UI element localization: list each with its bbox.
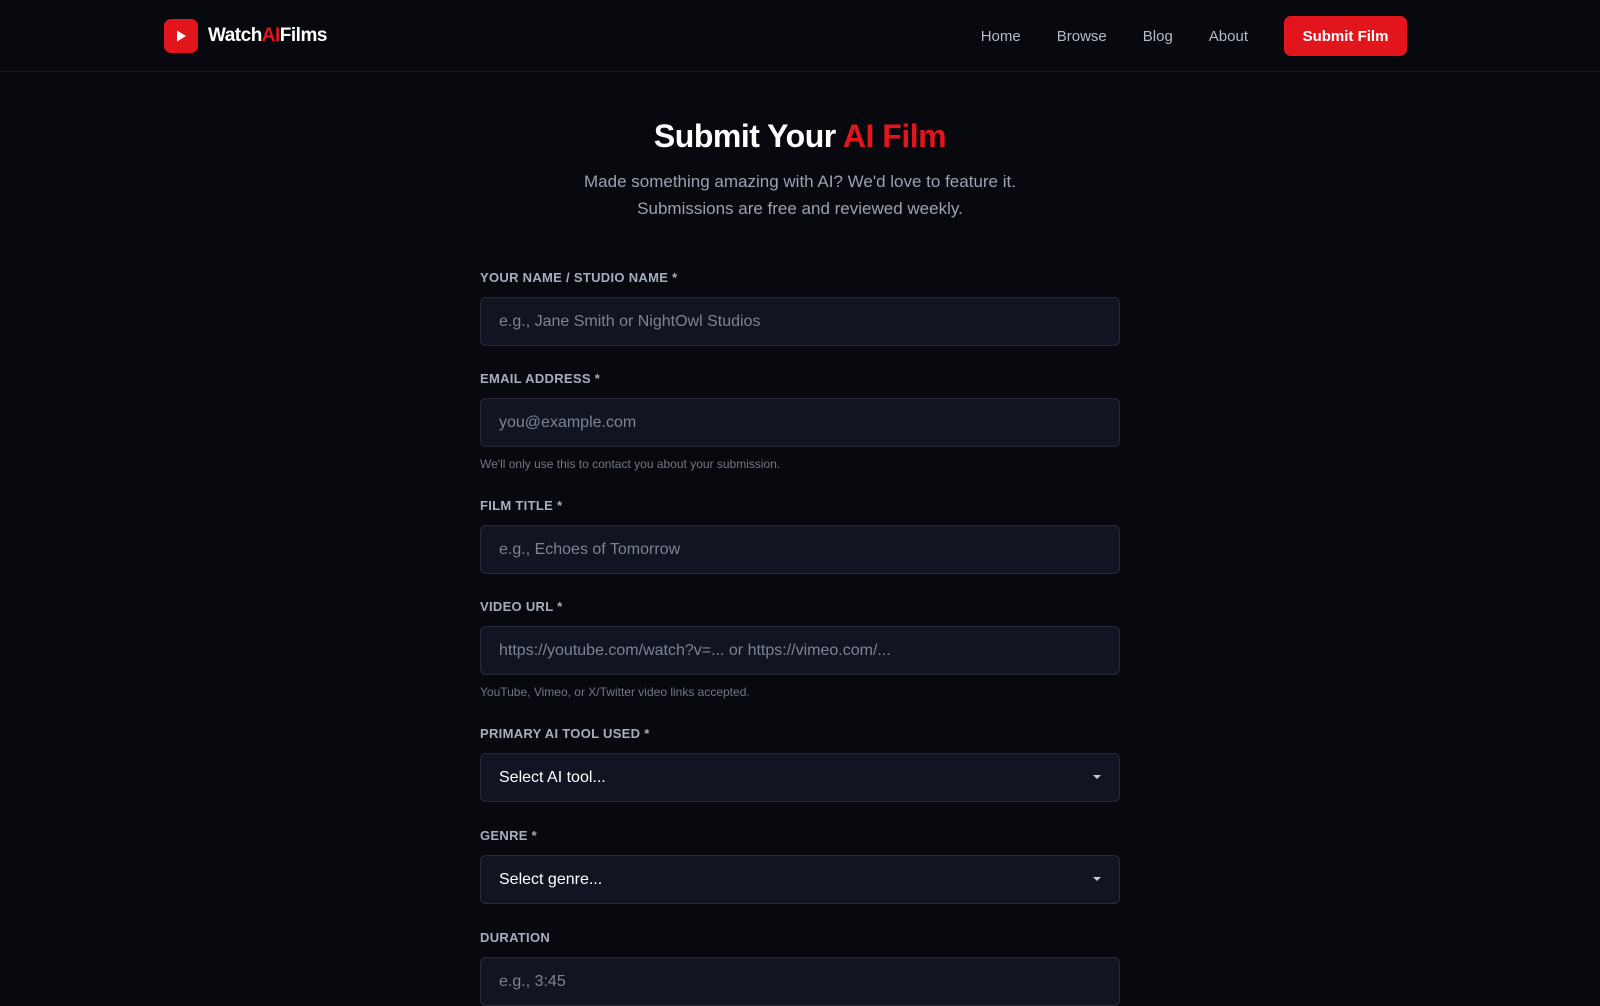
page-title: Submit Your AI Film bbox=[0, 114, 1600, 158]
name-group: YOUR NAME / STUDIO NAME * bbox=[480, 268, 1120, 346]
logo-suffix: Films bbox=[279, 25, 328, 46]
nav-link-home[interactable]: Home bbox=[981, 28, 1021, 45]
play-icon bbox=[164, 19, 198, 53]
page-title-main: Submit Your bbox=[653, 118, 843, 154]
site-logo[interactable]: WatchAIFilms bbox=[164, 19, 327, 53]
email-input[interactable] bbox=[480, 398, 1120, 447]
play-triangle bbox=[177, 30, 186, 42]
video-url-group: VIDEO URL * YouTube, Vimeo, or X/Twitter… bbox=[480, 597, 1120, 700]
video-url-label: VIDEO URL * bbox=[480, 599, 563, 614]
duration-label: DURATION bbox=[480, 930, 551, 945]
chevron-down-icon bbox=[1093, 877, 1101, 881]
logo-wordmark: WatchAIFilms bbox=[208, 25, 327, 47]
logo-accent: AI bbox=[261, 25, 281, 46]
email-help-text: We'll only use this to contact you about… bbox=[480, 457, 781, 471]
logo-prefix: Watch bbox=[208, 25, 262, 46]
ai-tool-group: PRIMARY AI TOOL USED * Select AI tool... bbox=[480, 724, 1120, 802]
ai-tool-label: PRIMARY AI TOOL USED * bbox=[480, 726, 650, 741]
nav-links: Home Browse Blog About Submit Film bbox=[981, 16, 1407, 56]
duration-input[interactable] bbox=[480, 957, 1120, 1006]
email-group: EMAIL ADDRESS * We'll only use this to c… bbox=[480, 369, 1120, 472]
top-nav: WatchAIFilms Home Browse Blog About Subm… bbox=[0, 0, 1600, 72]
name-input[interactable] bbox=[480, 297, 1120, 346]
email-label: EMAIL ADDRESS * bbox=[480, 371, 601, 386]
page-title-accent: AI Film bbox=[842, 118, 947, 154]
subtitle-line-2: Submissions are free and reviewed weekly… bbox=[637, 199, 963, 218]
page-subtitle: Made something amazing with AI? We'd lov… bbox=[0, 168, 1600, 222]
video-url-input[interactable] bbox=[480, 626, 1120, 675]
nav-link-about[interactable]: About bbox=[1209, 28, 1248, 45]
genre-selected-value: Select genre... bbox=[499, 870, 603, 888]
film-title-group: FILM TITLE * bbox=[480, 496, 1120, 574]
submit-film-button[interactable]: Submit Film bbox=[1284, 16, 1407, 56]
video-url-help-text: YouTube, Vimeo, or X/Twitter video links… bbox=[480, 685, 750, 699]
chevron-down-icon bbox=[1093, 775, 1101, 779]
genre-select[interactable]: Select genre... bbox=[480, 855, 1120, 904]
film-title-input[interactable] bbox=[480, 525, 1120, 574]
ai-tool-select[interactable]: Select AI tool... bbox=[480, 753, 1120, 802]
duration-group: DURATION bbox=[480, 928, 1120, 1006]
hero: Submit Your AI Film Made something amazi… bbox=[0, 114, 1600, 222]
genre-label: GENRE * bbox=[480, 828, 538, 843]
name-label: YOUR NAME / STUDIO NAME * bbox=[480, 270, 678, 285]
nav-link-blog[interactable]: Blog bbox=[1143, 28, 1173, 45]
subtitle-line-1: Made something amazing with AI? We'd lov… bbox=[584, 172, 1016, 191]
genre-group: GENRE * Select genre... bbox=[480, 826, 1120, 904]
ai-tool-selected-value: Select AI tool... bbox=[499, 768, 606, 786]
film-title-label: FILM TITLE * bbox=[480, 498, 563, 513]
nav-link-browse[interactable]: Browse bbox=[1057, 28, 1107, 45]
